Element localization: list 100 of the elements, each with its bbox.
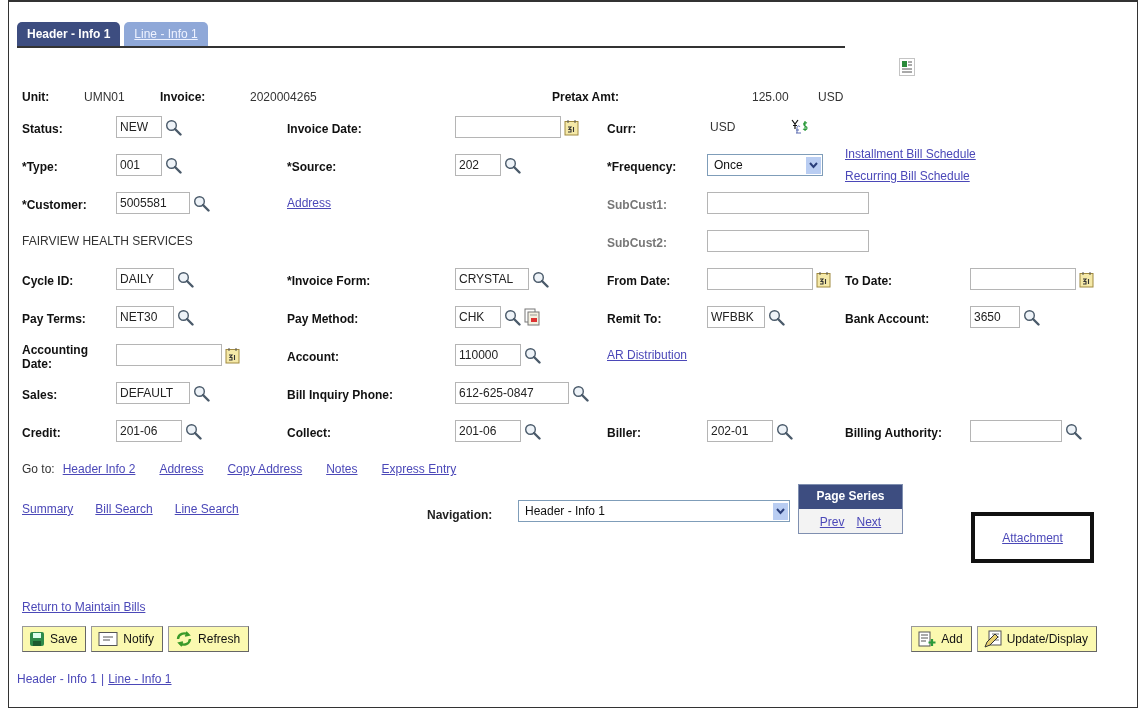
link[interactable]: Express Entry [381,462,457,476]
search-icon[interactable] [768,308,785,326]
frequency-dropdown[interactable]: Once [707,154,823,176]
field-label: Invoice Date: [287,121,363,137]
field-label: Pay Method: [287,311,360,327]
edit-document-icon [983,630,1002,648]
text-field[interactable]: 5005581 [116,192,190,214]
text-field[interactable]: DEFAULT [116,382,190,404]
field-label: Curr: [607,121,638,137]
text-field[interactable]: NET30 [116,306,174,328]
calendar-icon[interactable] [816,270,831,288]
text-field[interactable]: 201-06 [116,420,182,442]
text-field[interactable]: NEW [116,116,162,138]
search-icon[interactable] [532,270,549,288]
link[interactable]: Next [856,514,882,529]
text-field[interactable]: CHK [455,306,501,328]
text-field[interactable]: 202-01 [707,420,773,442]
link[interactable]: Address [287,196,332,210]
field-label: From Date: [607,273,672,289]
search-icon[interactable] [193,194,210,212]
page-series-title: Page Series [799,485,902,509]
text-field[interactable]: 3650 [970,306,1020,328]
navigation-dropdown[interactable]: Header - Info 1 [518,500,790,522]
field-label: Collect: [287,425,332,441]
goto-label: Go to: [22,462,55,476]
link[interactable]: Bill Search [95,502,153,516]
tab[interactable]: Header - Info 1 [17,22,121,46]
field-label: Bank Account: [845,311,931,327]
notify-button[interactable]: Notify [91,626,164,652]
search-icon[interactable] [524,346,541,364]
search-icon[interactable] [177,270,194,288]
link[interactable]: Summary [22,502,74,516]
link[interactable]: Attachment [1002,530,1063,545]
search-icon[interactable] [1023,308,1040,326]
link[interactable]: Copy Address [227,462,303,476]
link[interactable]: Header - Info 1 [17,672,98,686]
search-icon[interactable] [572,384,589,402]
search-icon[interactable] [165,118,182,136]
field-value: 2020004265 [250,90,318,104]
text-field[interactable] [707,268,813,290]
separator-text: | [101,672,105,686]
text-field[interactable]: 202 [455,154,501,176]
field-label: Status: [22,121,64,137]
field-label: To Date: [845,273,894,289]
link[interactable]: Installment Bill Schedule [845,147,976,161]
field-label: *Type: [22,159,59,175]
customer-name: FAIRVIEW HEALTH SERVICES [22,234,193,248]
text-field[interactable]: 001 [116,154,162,176]
save-button[interactable]: Save [22,626,87,652]
search-icon[interactable] [776,422,793,440]
currency-icon[interactable] [791,119,810,135]
field-label: *Source: [287,159,338,175]
link[interactable]: Header Info 2 [62,462,136,476]
document-icon[interactable] [524,308,540,326]
link[interactable]: Recurring Bill Schedule [845,169,976,183]
caret-icon [806,156,821,174]
currency-value: USD [710,120,736,134]
search-icon[interactable] [193,384,210,402]
refresh-button[interactable]: Refresh [168,626,250,652]
text-field[interactable] [970,420,1062,442]
add-button[interactable]: Add [911,626,972,652]
text-field[interactable]: DAILY [116,268,174,290]
link[interactable]: Address [159,462,204,476]
text-field[interactable]: 201-06 [455,420,521,442]
update-button[interactable]: Update/Display [976,626,1097,652]
text-field[interactable]: 612-625-0847 [455,382,569,404]
link[interactable]: Notes [326,462,358,476]
text-field[interactable] [455,116,561,138]
calendar-icon[interactable] [564,118,579,136]
field-label: Biller: [607,425,642,441]
spreadsheet-icon[interactable] [899,58,915,76]
search-icon[interactable] [504,308,521,326]
field-label: Sales: [22,387,59,403]
text-field[interactable]: CRYSTAL [455,268,529,290]
calendar-icon[interactable] [225,346,240,364]
link[interactable]: Prev [819,514,845,529]
search-icon[interactable] [165,156,182,174]
field-label: Pay Terms: [22,311,87,327]
calendar-icon[interactable] [1079,270,1094,288]
field-label: Bill Inquiry Phone: [287,387,394,403]
link[interactable]: AR Distribution [607,348,688,362]
amount-value: 125.00 [752,90,790,104]
add-document-icon [918,631,937,647]
field-label: SubCust1: [607,197,668,213]
field-label: Pretax Amt: [552,90,620,104]
search-icon[interactable] [524,422,541,440]
search-icon[interactable] [1065,422,1082,440]
text-field[interactable] [116,344,222,366]
field-label: Billing Authority: [845,425,943,441]
search-icon[interactable] [504,156,521,174]
search-icon[interactable] [177,308,194,326]
text-field[interactable]: 110000 [455,344,521,366]
link[interactable]: Line Search [174,502,239,516]
field-label: *Frequency: [607,159,678,175]
search-icon[interactable] [185,422,202,440]
text-field[interactable] [970,268,1076,290]
link[interactable]: Return to Maintain Bills [22,600,146,614]
link[interactable]: Line - Info 1 [108,672,172,686]
field-label: Accounting Date: [22,342,89,372]
text-field[interactable]: WFBBK [707,306,765,328]
